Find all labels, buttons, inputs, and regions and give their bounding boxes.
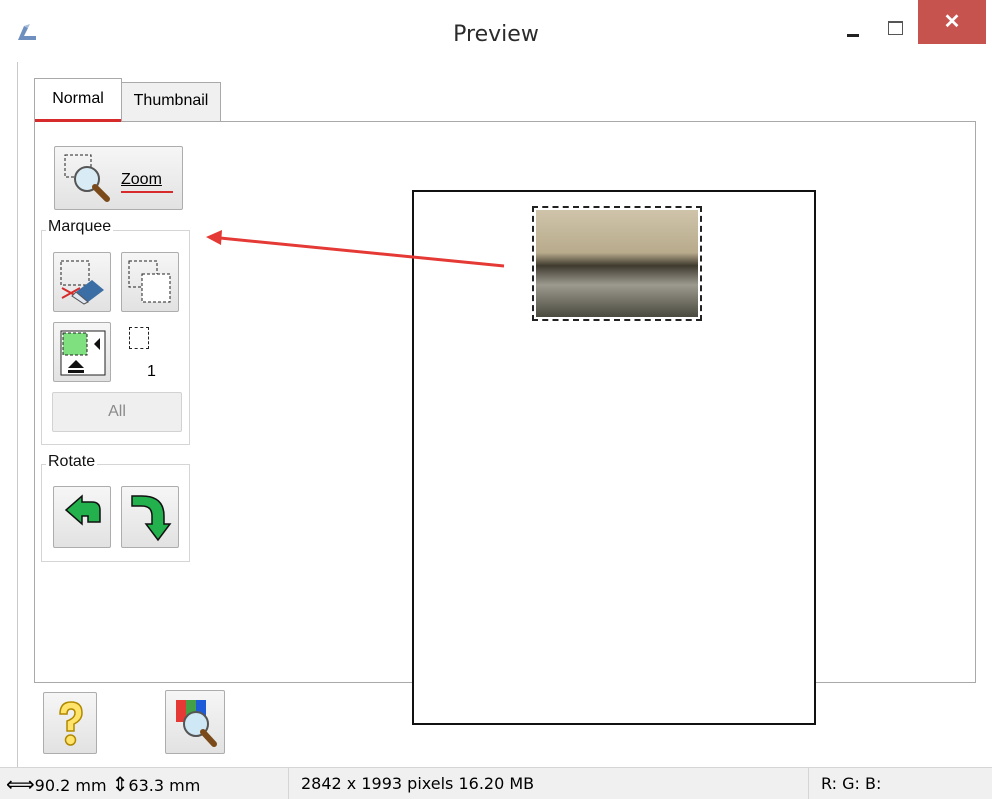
help-icon (59, 701, 83, 746)
height-arrow-icon: ⇕ (111, 772, 129, 796)
title-bar: Preview ✕ (0, 0, 992, 62)
tab-normal[interactable]: Normal (34, 78, 122, 122)
status-pixels: 2842 x 1993 pixels 16.20 MB (288, 768, 808, 799)
maximize-button[interactable] (880, 16, 910, 46)
rotate-group-label: Rotate (46, 453, 98, 471)
all-button[interactable]: All (52, 392, 182, 432)
erase-marquee-button[interactable] (53, 252, 111, 312)
preview-client-area: Normal Thumbnail Zoom Marquee 1 All Rota… (17, 62, 992, 767)
status-bar: ⟺90.2 mm ⇕63.3 mm 2842 x 1993 pixels 16.… (0, 767, 992, 799)
marquee-count-icon (129, 327, 149, 349)
rotate-right-icon (131, 495, 172, 542)
preview-marquee[interactable] (532, 206, 702, 321)
color-palette-button[interactable] (165, 690, 225, 754)
tab-normal-underline (35, 119, 121, 122)
help-button[interactable] (43, 692, 97, 754)
rotate-left-icon (64, 494, 101, 526)
tab-normal-label: Normal (52, 90, 104, 107)
close-icon: ✕ (943, 11, 961, 33)
zoom-label: Zoom (121, 171, 162, 188)
marquee-count: 1 (147, 363, 156, 380)
annotation-arrow (206, 230, 505, 268)
tab-thumbnail-label: Thumbnail (133, 92, 209, 109)
status-size: ⟺90.2 mm ⇕63.3 mm (6, 768, 286, 799)
auto-locate-button[interactable] (53, 322, 111, 382)
zoom-button[interactable]: Zoom (54, 146, 183, 210)
status-rgb: R: G: B: (808, 768, 992, 799)
duplicate-marquee-icon (128, 260, 171, 303)
close-button[interactable]: ✕ (918, 0, 986, 44)
zoom-red-underline (121, 191, 173, 193)
rotate-right-button[interactable] (121, 486, 179, 548)
scanned-photo (536, 210, 698, 317)
rotate-left-button[interactable] (53, 486, 111, 548)
normal-tab-panel: Zoom Marquee 1 All Rotate (34, 121, 976, 725)
auto-locate-icon (60, 330, 106, 376)
zoom-magnifier-icon (64, 154, 110, 202)
duplicate-marquee-button[interactable] (121, 252, 179, 312)
tab-thumbnail[interactable]: Thumbnail (121, 82, 221, 122)
marquee-group-label: Marquee (46, 218, 114, 236)
status-width: 90.2 mm (34, 776, 107, 795)
width-arrow-icon: ⟺ (6, 772, 35, 796)
erase-marquee-icon (60, 260, 104, 305)
color-palette-icon (176, 700, 217, 747)
minimize-button[interactable] (838, 16, 868, 46)
status-height: 63.3 mm (128, 776, 201, 795)
